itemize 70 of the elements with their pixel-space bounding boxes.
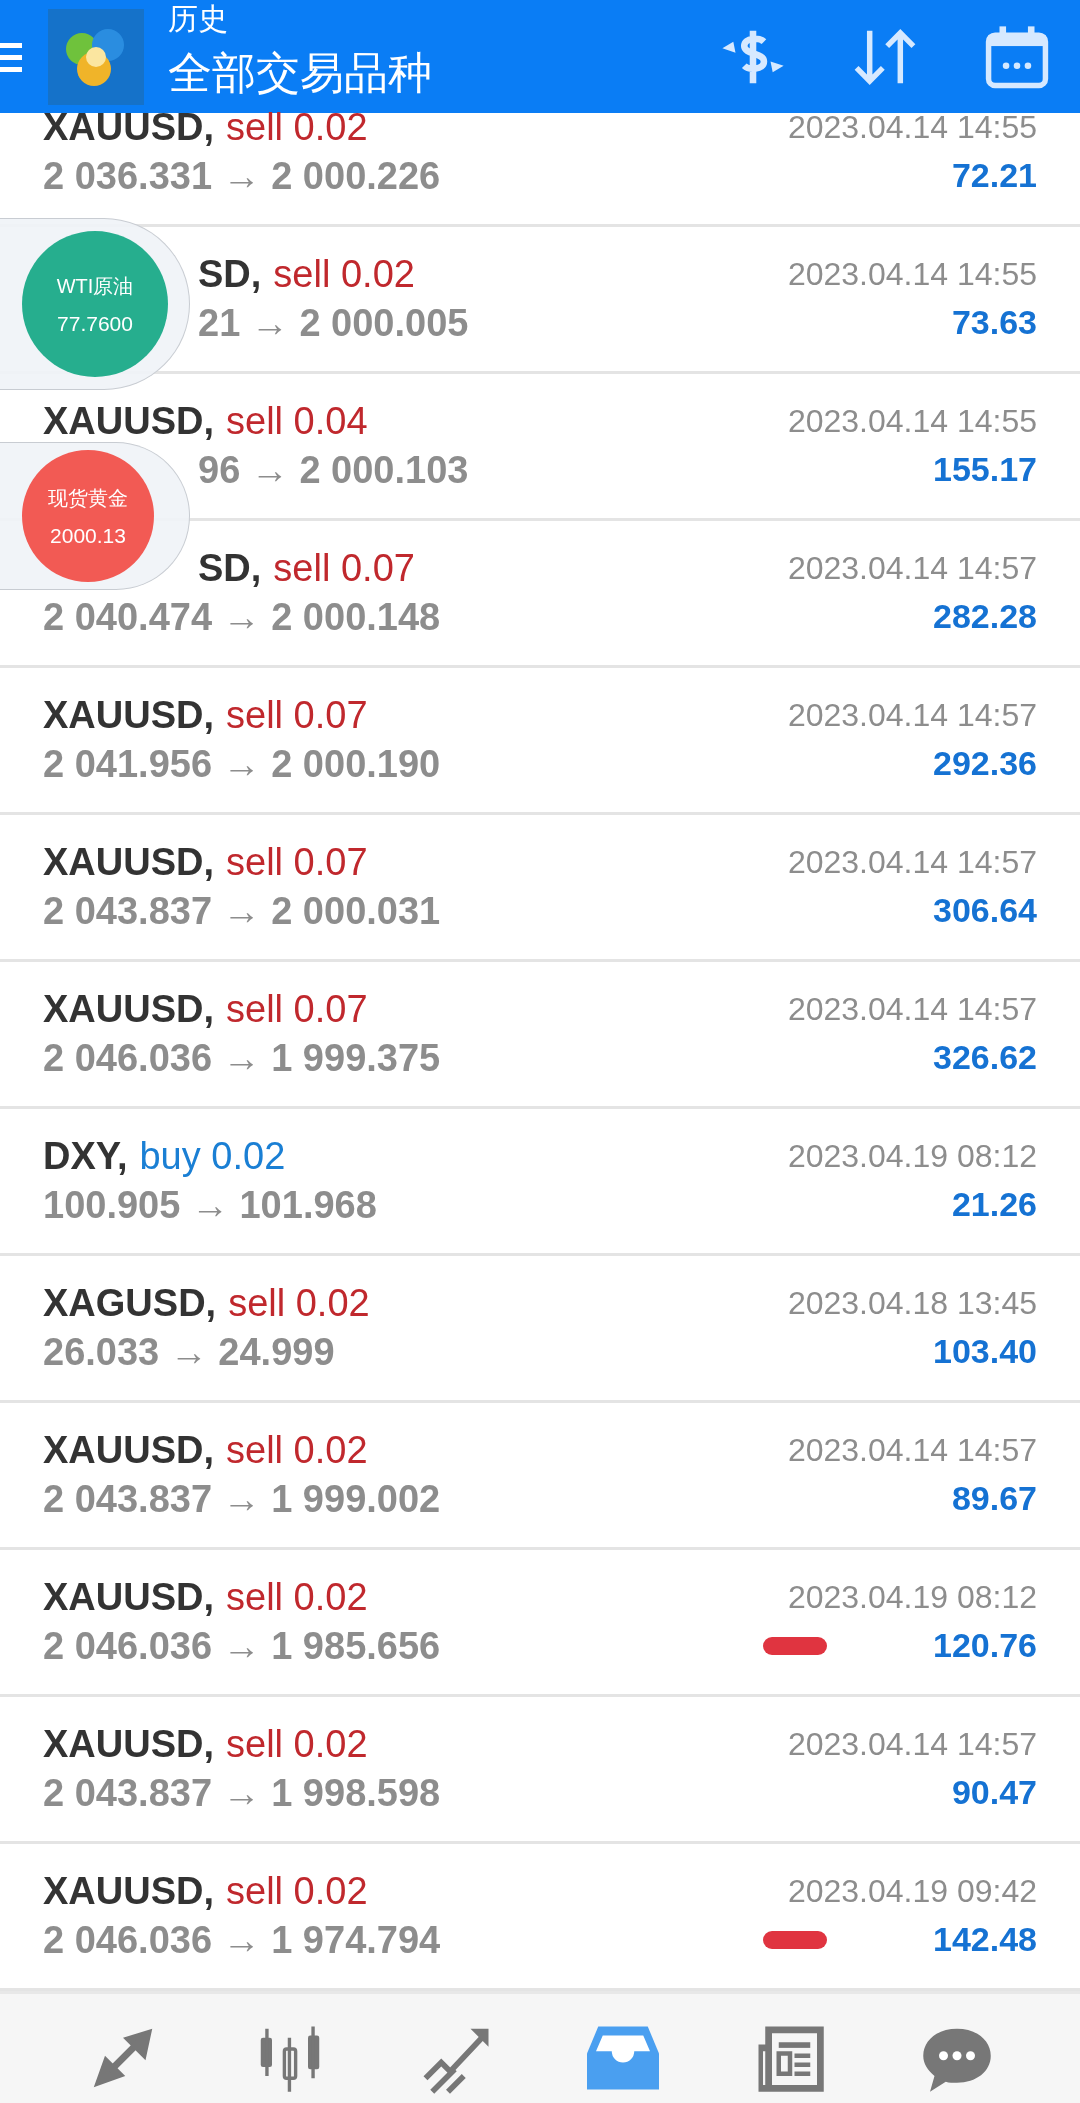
profit-value: 103.40 xyxy=(933,1332,1037,1371)
symbol-label: XAGUSD, xyxy=(43,1282,217,1325)
symbol-label: XAUUSD, xyxy=(43,1576,215,1619)
deal-time: 2023.04.14 14:57 xyxy=(787,1726,1037,1763)
profit-value: 89.67 xyxy=(951,1479,1037,1518)
deal-volume: sell 0.02 xyxy=(226,1429,368,1472)
deal-volume: buy 0.02 xyxy=(139,1135,286,1178)
deal-time: 2023.04.19 08:12 xyxy=(787,1579,1037,1616)
price-range: 2 046.036 → 1 999.375 xyxy=(43,1037,441,1080)
price-range: 100.905 → 101.968 xyxy=(43,1184,377,1227)
symbol-label: XAUUSD, xyxy=(43,988,215,1031)
deal-time: 2023.04.14 14:57 xyxy=(787,697,1037,734)
deal-volume: sell 0.07 xyxy=(226,988,368,1031)
price-range: 2 040.474 → 2 000.148 xyxy=(43,596,441,639)
deal-time: 2023.04.14 14:57 xyxy=(787,550,1037,587)
price-range: 2 043.837 → 1 998.598 xyxy=(43,1772,441,1815)
symbol-label: SD, xyxy=(198,253,262,296)
deal-volume: sell 0.07 xyxy=(226,694,368,737)
price-range: 21 → 2 000.005 xyxy=(198,302,469,345)
deal-volume: sell 0.02 xyxy=(226,105,368,149)
symbol-label: XAUUSD, xyxy=(43,694,215,737)
deal-time: 2023.04.14 14:55 xyxy=(787,403,1037,440)
price-range: 2 043.837 → 2 000.031 xyxy=(43,890,441,933)
profit-value: 73.63 xyxy=(951,303,1037,342)
deal-time: 2023.04.18 13:45 xyxy=(787,1285,1037,1322)
profit-value: 155.17 xyxy=(933,450,1037,489)
symbol-label: DXY, xyxy=(43,1135,128,1178)
profit-value: 282.28 xyxy=(933,597,1037,636)
price-range: 2 036.331 → 2 000.226 xyxy=(43,154,441,198)
deal-time: 2023.04.14 14:57 xyxy=(787,991,1037,1028)
profit-value: 142.48 xyxy=(933,1920,1037,1959)
logo-icon xyxy=(48,8,144,105)
deal-volume: sell 0.02 xyxy=(226,1870,368,1913)
deal-time: 2023.04.14 14:57 xyxy=(787,844,1037,881)
profit-value: 21.26 xyxy=(951,1185,1037,1224)
price-range: 2 041.956 → 2 000.190 xyxy=(43,743,441,786)
symbol-label: XAUUSD, xyxy=(43,841,215,884)
profit-value: 306.64 xyxy=(933,891,1037,930)
deal-volume: sell 0.07 xyxy=(226,841,368,884)
deal-volume: sell 0.04 xyxy=(226,400,368,443)
deal-volume: sell 0.02 xyxy=(273,253,415,296)
deal-time: 2023.04.19 08:12 xyxy=(787,1138,1037,1175)
price-range: 26.033 → 24.999 xyxy=(43,1331,335,1374)
screen-title: 历史 xyxy=(168,2,229,36)
price-range: 2 046.036 → 1 985.656 xyxy=(43,1625,441,1668)
symbol-label: XAUUSD, xyxy=(43,1723,215,1766)
symbol-label: XAUUSD, xyxy=(43,105,215,149)
profit-value: 326.62 xyxy=(933,1038,1037,1077)
ticker-bubble[interactable]: WTI原油 77.7600 xyxy=(22,231,168,377)
symbol-label: XAUUSD, xyxy=(43,1870,215,1913)
profit-value: 72.21 xyxy=(951,155,1037,195)
symbol-label: XAUUSD, xyxy=(43,400,215,443)
deal-time: 2023.04.14 14:55 xyxy=(787,256,1037,293)
deal-volume: sell 0.07 xyxy=(273,547,415,590)
deal-time: 2023.04.19 09:42 xyxy=(787,1873,1037,1910)
symbol-label: SD, xyxy=(198,547,262,590)
profit-value: 120.76 xyxy=(933,1626,1037,1665)
price-range: 2 043.837 → 1 999.002 xyxy=(43,1478,441,1521)
price-range: 2 046.036 → 1 974.794 xyxy=(43,1919,441,1962)
deal-volume: sell 0.02 xyxy=(228,1282,370,1325)
deal-volume: sell 0.02 xyxy=(226,1723,368,1766)
ticker-bubble[interactable]: 现货黄金 2000.13 xyxy=(22,450,154,582)
deal-time: 2023.04.14 14:57 xyxy=(787,1432,1037,1469)
price-range: 96 → 2 000.103 xyxy=(198,449,469,492)
symbol-label: XAUUSD, xyxy=(43,1429,215,1472)
profit-value: 292.36 xyxy=(933,744,1037,783)
deal-volume: sell 0.02 xyxy=(226,1576,368,1619)
symbol-filter[interactable]: 全部交易品种 xyxy=(168,47,718,99)
profit-value: 90.47 xyxy=(951,1773,1037,1812)
deal-time: 2023.04.14 14:55 xyxy=(787,108,1037,146)
